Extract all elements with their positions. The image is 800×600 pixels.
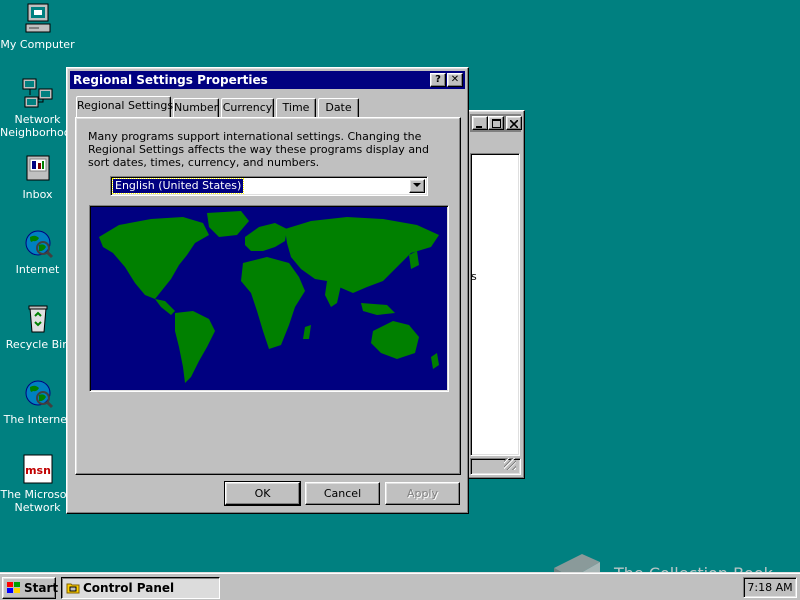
- desktop-icon-label: Inbox: [22, 188, 53, 201]
- desktop-icon-label: My Computer: [0, 38, 75, 51]
- start-button-label: Start: [24, 581, 59, 595]
- tab-date[interactable]: Date: [318, 98, 359, 117]
- taskbar-item-control-panel[interactable]: Control Panel: [61, 577, 220, 599]
- resize-grip[interactable]: [504, 458, 516, 470]
- ok-button-label: OK: [254, 487, 271, 500]
- msn-icon: msn: [23, 454, 52, 484]
- apply-button-label: Apply: [406, 487, 439, 500]
- tab-label: Currency: [222, 101, 273, 114]
- close-button[interactable]: ✕: [447, 73, 463, 87]
- world-map[interactable]: [89, 205, 449, 392]
- svg-text:msn: msn: [25, 464, 51, 477]
- ok-button[interactable]: OK: [224, 481, 301, 506]
- close-button[interactable]: [506, 116, 522, 130]
- desktop-icon-label: The Internet: [3, 413, 72, 426]
- clock-text: 7:18 AM: [747, 581, 793, 594]
- tab-number[interactable]: Number: [173, 98, 219, 117]
- desktop-icon-label: Recycle Bin: [5, 338, 70, 351]
- tab-currency[interactable]: Currency: [221, 98, 274, 117]
- help-icon: ?: [435, 74, 441, 85]
- regional-settings-dialog: Regional Settings Properties ? ✕ Regiona…: [66, 67, 469, 514]
- control-panel-titlebar[interactable]: [470, 114, 522, 132]
- my-computer-icon: [25, 3, 50, 33]
- close-icon: ✕: [450, 74, 460, 85]
- desktop-icon-network-neighborhood[interactable]: Network Neighborhood: [0, 77, 75, 139]
- maximize-button[interactable]: [488, 116, 504, 130]
- help-button[interactable]: ?: [430, 73, 446, 87]
- tab-label: Number: [174, 101, 219, 114]
- desktop-icon-msn[interactable]: msn The Microsoft Network: [0, 452, 75, 514]
- desktop-icon-inbox[interactable]: Inbox: [0, 152, 75, 201]
- system-tray-clock[interactable]: 7:18 AM: [743, 577, 797, 598]
- tab-regional-settings[interactable]: Regional Settings: [76, 96, 174, 117]
- tab-label: Regional Settings: [77, 99, 174, 112]
- control-panel-icon: [66, 583, 80, 594]
- locale-dropdown[interactable]: English (United States): [110, 176, 428, 196]
- desktop-icon-label: The Microsoft Network: [0, 488, 75, 514]
- maximize-icon: [491, 119, 501, 128]
- windows-logo-icon: [7, 582, 20, 593]
- recycle-bin-icon: [28, 305, 47, 333]
- taskbar: Start Control Panel 7:18 AM: [0, 572, 800, 600]
- minimize-button[interactable]: [472, 116, 488, 130]
- desktop-icon-my-computer[interactable]: My Computer: [0, 2, 75, 51]
- control-panel-window[interactable]: s: [466, 110, 525, 479]
- start-button[interactable]: Start: [2, 577, 59, 599]
- tab-label: Date: [325, 101, 352, 114]
- desktop-icon-internet[interactable]: Internet: [0, 227, 75, 276]
- tab-label: Time: [282, 101, 310, 114]
- the-internet-icon: [25, 380, 53, 409]
- desktop-icon-label: Network Neighborhood: [0, 113, 75, 139]
- cancel-button[interactable]: Cancel: [305, 482, 380, 505]
- desktop-icon-the-internet[interactable]: The Internet: [0, 377, 75, 426]
- dialog-titlebar[interactable]: Regional Settings Properties ? ✕: [70, 71, 465, 89]
- desktop-icon-recycle-bin[interactable]: Recycle Bin: [0, 302, 75, 351]
- chevron-down-icon: [413, 183, 421, 187]
- dialog-title: Regional Settings Properties: [73, 73, 268, 87]
- settings-description: Many programs support international sett…: [88, 130, 430, 169]
- world-map-graphic: [91, 207, 447, 390]
- status-bar: [470, 458, 521, 475]
- locale-selected-value: English (United States): [111, 178, 245, 194]
- tab-panel-regional-settings: Many programs support international sett…: [75, 117, 461, 475]
- cancel-button-label: Cancel: [323, 487, 362, 500]
- control-panel-text-fragment: s: [471, 270, 477, 283]
- apply-button: Apply: [385, 482, 460, 505]
- dropdown-arrow-button[interactable]: [409, 179, 425, 193]
- internet-icon: [25, 230, 53, 259]
- network-neighborhood-icon: [22, 78, 52, 108]
- desktop-icon-label: Internet: [15, 263, 60, 276]
- close-icon: [509, 119, 519, 129]
- minimize-icon: [476, 126, 482, 128]
- taskbar-item-label: Control Panel: [83, 581, 175, 595]
- tab-time[interactable]: Time: [276, 98, 316, 117]
- control-panel-content: s: [470, 153, 520, 456]
- inbox-icon: [26, 155, 49, 181]
